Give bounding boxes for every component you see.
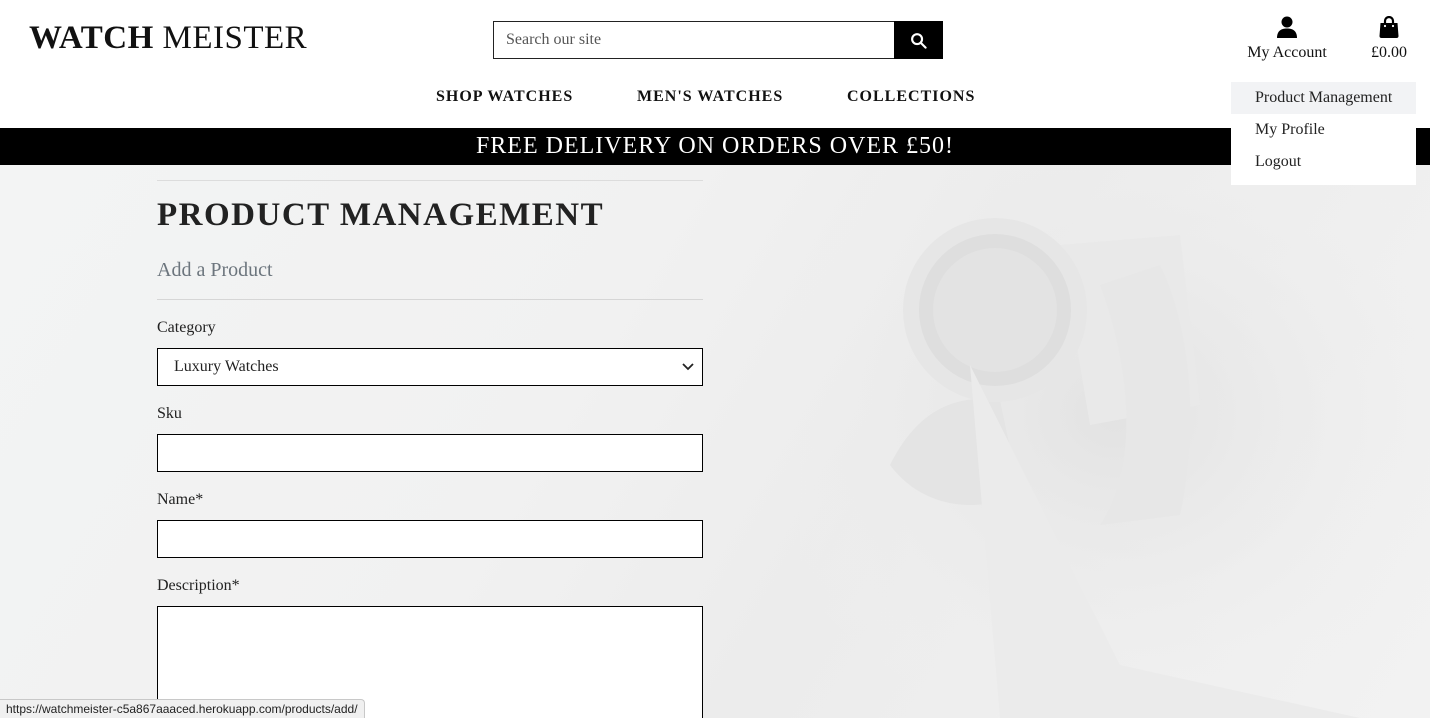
background-watch-image	[800, 165, 1430, 718]
main-navigation: SHOP WATCHES MEN'S WATCHES COLLECTIONS	[0, 88, 1430, 112]
delivery-banner: FREE DELIVERY ON ORDERS OVER £50!	[0, 128, 1430, 165]
search-icon	[911, 32, 927, 49]
chevron-down-icon	[682, 363, 694, 371]
search-input[interactable]	[493, 21, 894, 59]
divider	[157, 180, 703, 181]
user-icon	[1277, 16, 1297, 38]
shopping-bag-icon	[1379, 16, 1399, 38]
search-form	[493, 21, 943, 59]
logo-text: MEISTER	[153, 20, 308, 56]
page-subtitle: Add a Product	[157, 259, 273, 281]
category-select[interactable]: Luxury Watches	[157, 348, 703, 386]
cart-link[interactable]: £0.00	[1364, 16, 1414, 62]
account-dropdown-menu: Product Management My Profile Logout	[1231, 82, 1416, 185]
menu-item-product-management[interactable]: Product Management	[1231, 82, 1416, 114]
name-input[interactable]	[157, 520, 703, 558]
menu-item-my-profile[interactable]: My Profile	[1231, 114, 1416, 146]
page: WATCH MEISTER My Account	[0, 0, 1430, 718]
sku-label: Sku	[157, 405, 182, 422]
search-button[interactable]	[894, 21, 943, 59]
site-header: WATCH MEISTER My Account	[0, 0, 1430, 185]
sku-input[interactable]	[157, 434, 703, 472]
category-selected-value: Luxury Watches	[174, 358, 279, 375]
cart-total: £0.00	[1371, 44, 1407, 61]
name-label: Name*	[157, 491, 204, 508]
category-label: Category	[157, 319, 216, 336]
divider	[157, 299, 703, 300]
main-content: PRODUCT MANAGEMENT Add a Product Categor…	[0, 165, 1430, 718]
page-title: PRODUCT MANAGEMENT	[157, 197, 605, 233]
site-logo[interactable]: WATCH MEISTER	[29, 20, 307, 57]
menu-item-logout[interactable]: Logout	[1231, 146, 1416, 178]
description-label: Description*	[157, 577, 240, 594]
my-account-label: My Account	[1247, 44, 1327, 61]
nav-mens-watches[interactable]: MEN'S WATCHES	[637, 88, 783, 106]
nav-shop-watches[interactable]: SHOP WATCHES	[436, 88, 573, 106]
my-account-link[interactable]: My Account	[1240, 16, 1334, 62]
nav-collections[interactable]: COLLECTIONS	[847, 88, 975, 106]
logo-bold-text: WATCH	[29, 20, 154, 56]
browser-status-url: https://watchmeister-c5a867aaaced.heroku…	[0, 699, 365, 718]
